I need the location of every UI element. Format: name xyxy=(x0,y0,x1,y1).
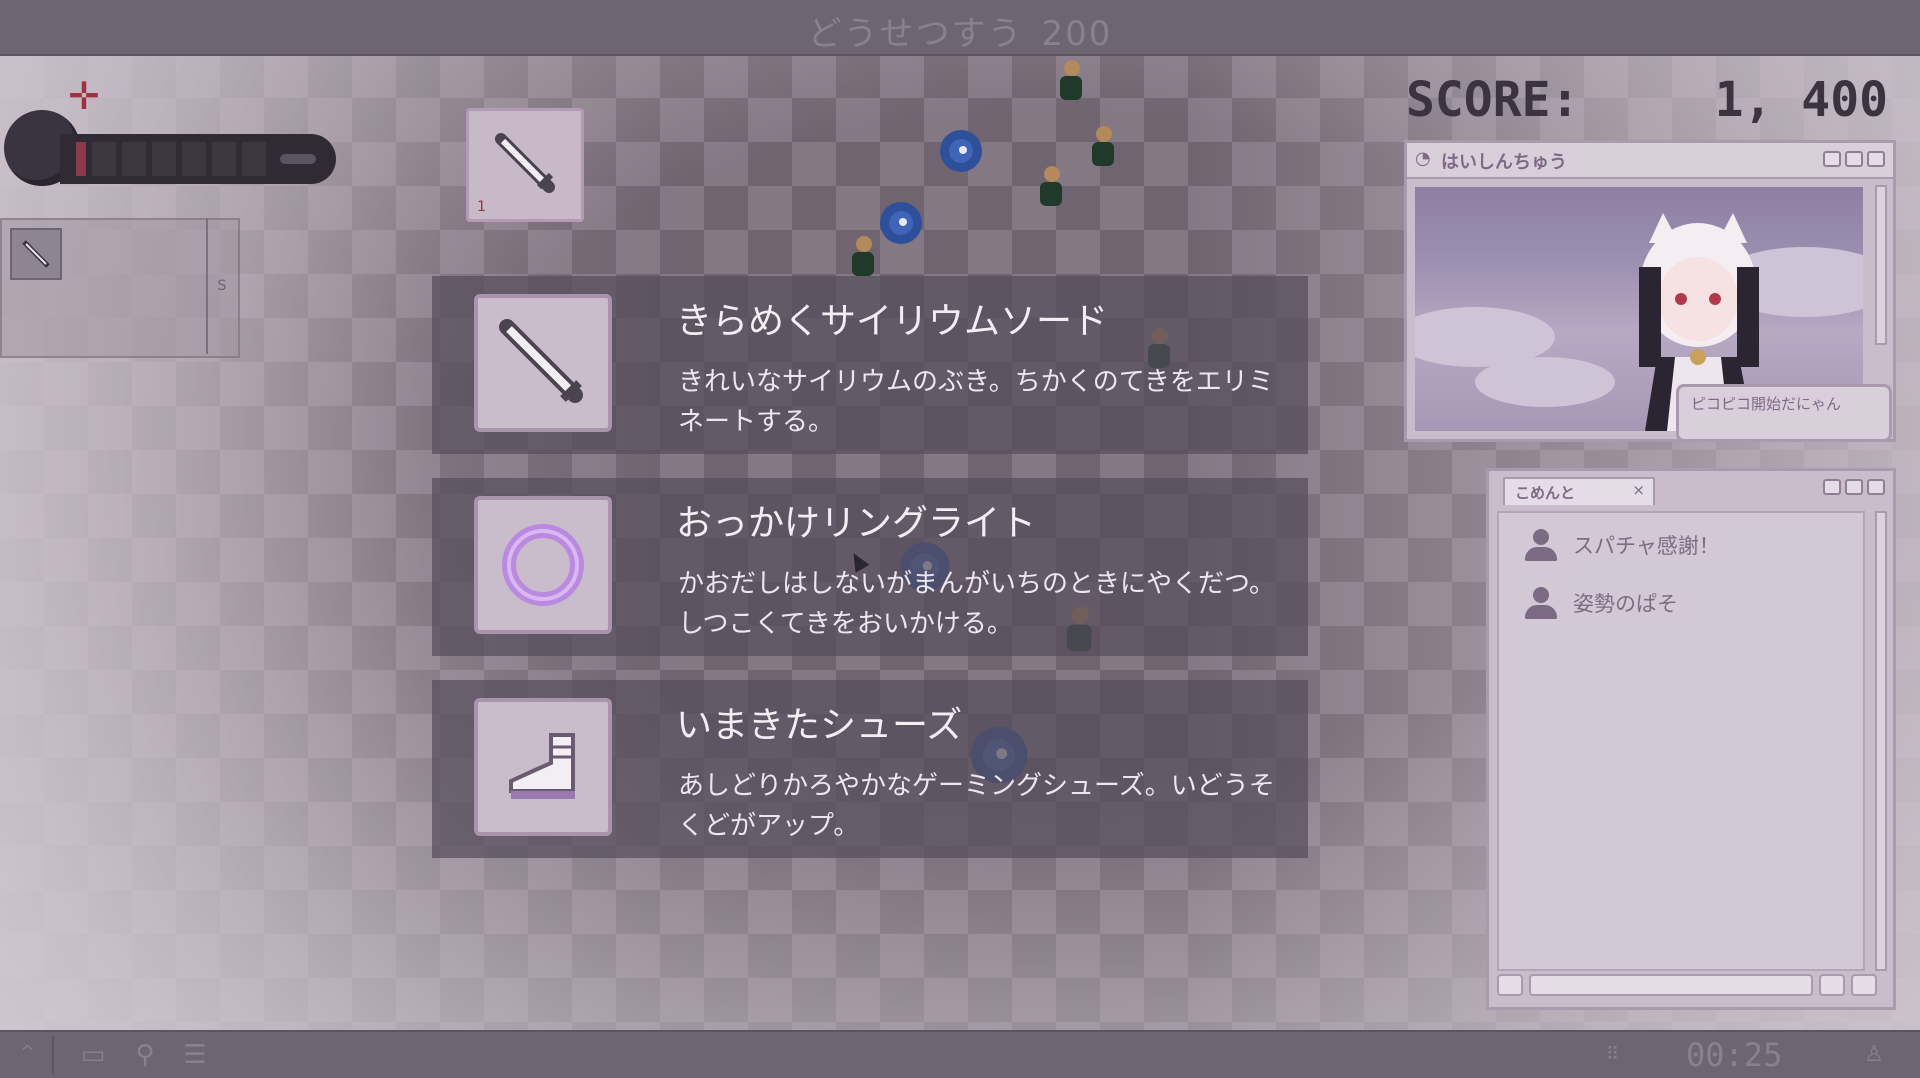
comment-text: 姿勢のぱそ xyxy=(1573,592,1678,616)
comments-tab-label: こめんと xyxy=(1515,484,1576,502)
held-weapon-slot: 1 xyxy=(466,108,584,222)
comments-window: こめんと × スパチャ感謝！ 姿勢のぱそ xyxy=(1486,468,1896,1010)
enemy-green-fan xyxy=(1092,126,1114,166)
stream-window-titlebar: ◔ はいしんちゅう xyxy=(1407,143,1893,179)
upgrade-name: きらめくサイリウムソード xyxy=(676,301,1109,342)
hp-bar xyxy=(60,134,336,184)
kill-counter-label: どうせつすう xyxy=(807,14,1024,54)
upgrade-icon-box xyxy=(474,698,612,836)
enemy-green-fan xyxy=(1040,166,1062,206)
enemy-green-fan xyxy=(1060,60,1082,100)
close-button[interactable] xyxy=(1867,151,1885,167)
image-icon[interactable] xyxy=(1497,974,1523,996)
comments-tab-close[interactable]: × xyxy=(1632,481,1645,499)
speech-bubble: ピコピコ開始だにゃん xyxy=(1676,384,1892,442)
ring-light-icon xyxy=(502,524,584,606)
hp-segment xyxy=(212,142,236,176)
minimize-button[interactable] xyxy=(1823,151,1841,167)
sword-icon xyxy=(499,319,583,403)
enemy-blue-blob xyxy=(940,130,982,172)
taskbar: ^ ▭ ⚲ ☰ ⠿ 00:25 ♙ xyxy=(0,1030,1920,1078)
maximize-button[interactable] xyxy=(1845,479,1863,495)
upgrade-description: あしどりかろやかなゲーミングシューズ。いどうそくどがアップ。 xyxy=(678,771,1275,841)
window-controls xyxy=(1823,151,1885,167)
weapon-level: 1 xyxy=(477,199,486,215)
sword-icon xyxy=(495,133,555,193)
upgrade-icon-box xyxy=(474,294,612,432)
comments-list: スパチャ感謝！ 姿勢のぱそ xyxy=(1497,511,1865,971)
window-controls xyxy=(1823,479,1885,495)
chat-icon[interactable]: ☰ xyxy=(178,1040,212,1070)
hp-segment xyxy=(242,142,266,176)
folder-icon[interactable]: ▭ xyxy=(76,1040,110,1070)
comment-item: スパチャ感謝！ xyxy=(1523,527,1720,563)
comments-tab[interactable]: こめんと × xyxy=(1503,477,1655,505)
hp-segment xyxy=(122,142,146,176)
search-icon[interactable]: ⚲ xyxy=(128,1040,162,1070)
upgrade-choice-card[interactable]: いまきたシューズ あしどりかろやかなゲーミングシューズ。いどうそくどがアップ。 xyxy=(432,680,1308,858)
kill-counter-value: 200 xyxy=(1041,14,1113,54)
sword-icon xyxy=(22,240,50,268)
taskbar-divider xyxy=(52,1036,54,1074)
maximize-button[interactable] xyxy=(1845,151,1863,167)
hp-segment xyxy=(152,142,176,176)
upgrade-icon-box xyxy=(474,496,612,634)
comment-text: スパチャ感謝！ xyxy=(1573,534,1720,558)
emoji-icon[interactable] xyxy=(1819,974,1845,996)
score-label: SCORE: xyxy=(1406,72,1580,128)
score-value: 1, 400 xyxy=(1714,72,1888,128)
upgrade-description: かおだしはしないがまんがいちのときにやくだつ。しつこくてきをおいかける。 xyxy=(678,569,1275,639)
comment-input[interactable] xyxy=(1529,974,1813,996)
crosshair-icon: ✛ xyxy=(68,74,100,118)
minimize-button[interactable] xyxy=(1823,479,1841,495)
side-tab[interactable]: S xyxy=(206,218,236,354)
comments-scrollbar[interactable] xyxy=(1875,511,1887,971)
upgrade-name: いまきたシューズ xyxy=(676,705,963,746)
close-button[interactable] xyxy=(1867,479,1885,495)
hp-bar-cap xyxy=(280,154,316,164)
upgrade-name: おっかけリングライト xyxy=(676,503,1037,544)
enemy-blue-blob xyxy=(880,202,922,244)
kill-counter: どうせつすう 200 xyxy=(0,6,1920,55)
upgrade-description: きれいなサイリウムのぶき。ちかくのてきをエリミネートする。 xyxy=(678,367,1274,437)
upgrade-choice-card[interactable]: きらめくサイリウムソード きれいなサイリウムのぶき。ちかくのてきをエリミネートす… xyxy=(432,276,1308,454)
top-bar: どうせつすう 200 xyxy=(0,0,1920,56)
hp-segment xyxy=(182,142,206,176)
person-icon[interactable]: ♙ xyxy=(1864,1042,1884,1067)
grip-icon: ⠿ xyxy=(1606,1044,1620,1065)
hp-segment xyxy=(92,142,116,176)
send-icon[interactable] xyxy=(1851,974,1877,996)
user-avatar-icon xyxy=(1523,527,1559,563)
shoe-icon xyxy=(509,733,575,799)
enemy-green-fan xyxy=(852,236,874,276)
taskbar-expand-button[interactable]: ^ xyxy=(20,1042,35,1063)
comment-item: 姿勢のぱそ xyxy=(1523,585,1678,621)
stream-scrollbar[interactable] xyxy=(1875,185,1887,345)
user-avatar-icon xyxy=(1523,585,1559,621)
side-weapon-slot[interactable] xyxy=(10,228,62,280)
elapsed-time: 00:25 xyxy=(1686,1036,1783,1074)
comment-input-bar xyxy=(1497,971,1877,999)
upgrade-choice-card[interactable]: おっかけリングライト かおだしはしないがまんがいちのときにやくだつ。しつこくてき… xyxy=(432,478,1308,656)
hp-segment-filled xyxy=(76,142,86,176)
stream-window-title: はいしんちゅう xyxy=(1441,152,1567,173)
wifi-icon: ◔ xyxy=(1415,148,1431,169)
